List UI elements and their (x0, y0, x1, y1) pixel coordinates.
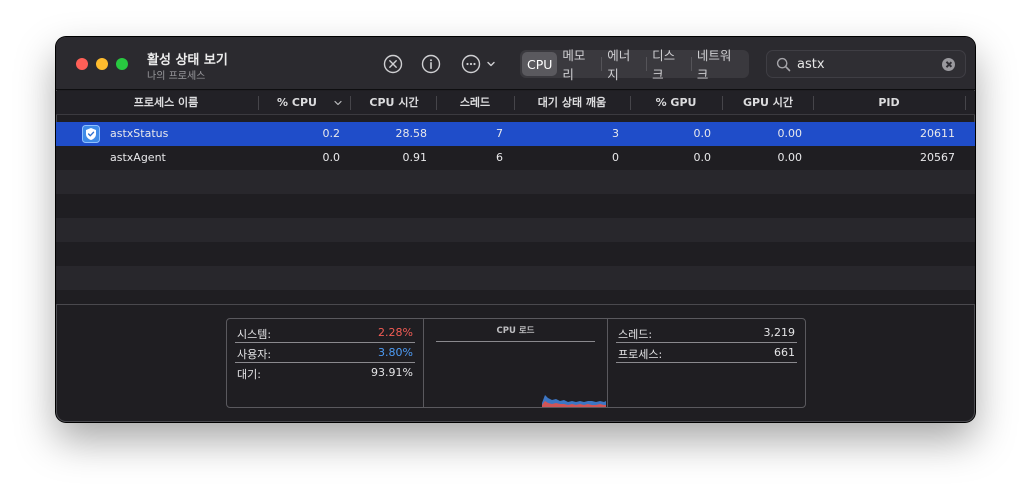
close-window-button[interactable] (76, 58, 88, 70)
idle-stat: 대기: 93.91% (235, 363, 415, 383)
system-stat: 시스템: 2.28% (235, 323, 415, 343)
minimize-window-button[interactable] (96, 58, 108, 70)
column-header-threads[interactable]: 스레드 (442, 91, 508, 115)
empty-row (56, 218, 975, 242)
thread-process-summary: 스레드: 3,219 프로세스: 661 (608, 319, 805, 407)
tab-network[interactable]: 네트워크 (692, 48, 747, 82)
empty-row (56, 170, 975, 194)
column-header-process-name[interactable]: 프로세스 이름 (86, 91, 246, 115)
stop-process-icon[interactable] (382, 53, 404, 75)
processes-value: 661 (774, 346, 795, 359)
more-options-icon[interactable] (460, 53, 500, 75)
process-name: astxStatus (110, 127, 169, 140)
graph-rule (436, 341, 595, 342)
gpu-time: 0.00 (777, 151, 803, 164)
pid: 20611 (920, 127, 955, 140)
idle-wakeups: 0 (612, 151, 619, 164)
process-name: astxAgent (110, 151, 166, 164)
column-header-cpu-percent[interactable]: % CPU (264, 91, 330, 115)
column-header-gpu-percent[interactable]: % GPU (636, 91, 716, 115)
pid: 20567 (920, 151, 955, 164)
tab-disk[interactable]: 디스크 (647, 48, 691, 82)
window-subtitle: 나의 프로세스 (147, 71, 206, 82)
resource-tabs: CPU 메모리 에너지 디스크 네트워크 (520, 48, 749, 82)
search-icon (776, 57, 791, 72)
cpu-percent: 0.0 (322, 151, 341, 164)
user-stat: 사용자: 3.80% (235, 343, 415, 363)
search-field[interactable]: astx (766, 50, 966, 78)
cpu-stats-panel: 시스템: 2.28% 사용자: 3.80% 대기: 93.91% CPU 로드 … (226, 318, 806, 408)
threads: 6 (496, 151, 503, 164)
user-label: 사용자: (237, 348, 272, 361)
threads-stat: 스레드: 3,219 (616, 323, 797, 343)
tab-cpu[interactable]: CPU (522, 52, 558, 76)
column-divider (630, 96, 631, 110)
cpu-load-title: CPU 로드 (496, 326, 535, 336)
toolbar: 활성 상태 보기 나의 프로세스 CPU 메모리 에너지 디스크 네트워크 as… (56, 37, 975, 90)
column-divider (514, 96, 515, 110)
process-table: astxStatus 0.2 28.58 7 3 0.0 0.00 20611 … (56, 122, 975, 304)
split-divider[interactable] (56, 304, 975, 305)
system-value: 2.28% (378, 326, 413, 339)
empty-row (56, 266, 975, 290)
column-header-cpu-time[interactable]: CPU 시간 (356, 91, 432, 115)
column-divider (722, 96, 723, 110)
empty-row (56, 194, 975, 218)
user-value: 3.80% (378, 346, 413, 359)
clear-search-icon[interactable] (942, 58, 955, 71)
shield-check-icon (82, 125, 100, 143)
activity-monitor-window: 활성 상태 보기 나의 프로세스 CPU 메모리 에너지 디스크 네트워크 as… (56, 37, 975, 422)
threads-value: 3,219 (763, 326, 796, 339)
info-icon[interactable] (420, 53, 442, 75)
sort-descending-icon (334, 100, 342, 106)
column-divider (258, 96, 259, 110)
threads: 7 (496, 127, 503, 140)
column-divider (350, 96, 351, 110)
column-header-pid[interactable]: PID (819, 91, 959, 115)
gpu-percent: 0.0 (693, 151, 712, 164)
tab-energy[interactable]: 에너지 (602, 48, 646, 82)
idle-wakeups: 3 (612, 127, 619, 140)
threads-label: 스레드: (618, 328, 653, 341)
cpu-load-graph (542, 395, 606, 407)
cpu-usage-summary: 시스템: 2.28% 사용자: 3.80% 대기: 93.91% (227, 319, 424, 407)
search-input[interactable]: astx (797, 57, 825, 72)
empty-row (56, 242, 975, 266)
column-header-idle-wakeups[interactable]: 대기 상태 깨움 (520, 91, 624, 115)
column-divider (813, 96, 814, 110)
table-row[interactable]: astxStatus 0.2 28.58 7 3 0.0 0.00 20611 (56, 122, 975, 146)
column-divider (436, 96, 437, 110)
idle-value: 93.91% (371, 366, 413, 379)
tab-memory[interactable]: 메모리 (557, 48, 601, 82)
system-label: 시스템: (237, 328, 272, 341)
cpu-percent: 0.2 (322, 127, 341, 140)
table-header: 프로세스 이름 % CPU CPU 시간 스레드 대기 상태 깨움 % GPU … (56, 91, 975, 115)
cpu-load-graph-panel: CPU 로드 (424, 319, 608, 407)
idle-label: 대기: (237, 368, 261, 381)
gpu-time: 0.00 (777, 127, 803, 140)
gpu-percent: 0.0 (693, 127, 712, 140)
processes-label: 프로세스: (618, 348, 663, 361)
cpu-time: 0.91 (402, 151, 428, 164)
zoom-window-button[interactable] (116, 58, 128, 70)
column-header-gpu-time[interactable]: GPU 시간 (728, 91, 808, 115)
cpu-time: 28.58 (395, 127, 428, 140)
column-divider (965, 96, 966, 110)
processes-stat: 프로세스: 661 (616, 343, 797, 363)
window-title: 활성 상태 보기 (147, 53, 228, 68)
empty-row (56, 290, 975, 304)
table-row[interactable]: astxAgent 0.0 0.91 6 0 0.0 0.00 20567 (56, 146, 975, 170)
